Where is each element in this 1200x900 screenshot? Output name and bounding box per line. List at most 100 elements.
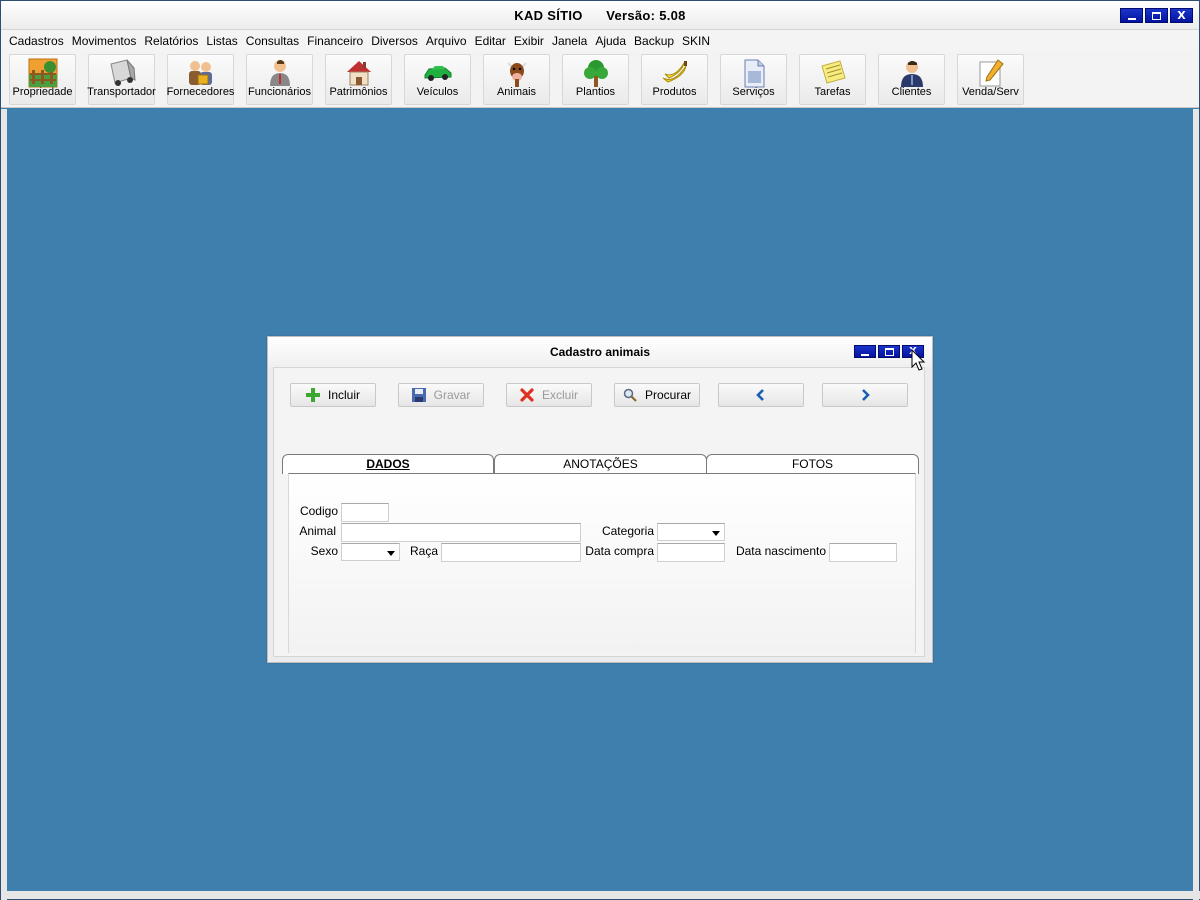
menu-financeiro[interactable]: Financeiro [303,34,367,48]
minimize-button[interactable] [1120,8,1143,23]
codigo-field[interactable] [341,503,389,522]
animal-label: Animal [299,524,336,538]
tab-anotacoes[interactable]: ANOTAÇÕES [494,454,707,474]
toolbar-animais-button[interactable]: Animais [483,54,550,105]
cadastro-animais-dialog: Cadastro animais X Incluir Gravar Exclui… [267,336,933,663]
maximize-icon [884,347,894,356]
toolbar-venda-serv-button[interactable]: Venda/Serv [957,54,1024,105]
menu-exibir[interactable]: Exibir [510,34,548,48]
tab-fotos[interactable]: FOTOS [706,454,919,474]
maximize-button[interactable] [1145,8,1168,23]
chevron-right-icon [862,389,870,401]
truck-icon [109,59,136,86]
data-compra-field[interactable] [657,543,725,562]
menu-janela[interactable]: Janela [548,34,591,48]
window-frame-right [1193,109,1199,900]
incluir-label: Incluir [327,388,360,402]
menu-ajuda[interactable]: Ajuda [591,34,630,48]
toolbar-fornecedores-button[interactable]: Fornecedores [167,54,234,105]
close-icon: X [1177,9,1186,22]
app-window-controls: X [1120,8,1193,23]
toolbar-propriedade-button[interactable]: Propriedade [9,54,76,105]
main-toolbar: Propriedade Transportador Fornecedores F… [9,54,1036,105]
codigo-label: Codigo [299,504,338,518]
minimize-icon [1127,17,1136,20]
procurar-button[interactable]: Procurar [614,383,700,407]
app-titlebar[interactable]: KAD SÍTIO Versão: 5.08 X [1,1,1199,30]
chevron-left-icon [756,389,764,401]
incluir-button[interactable]: Incluir [290,383,376,407]
cow-icon [506,62,527,87]
chevron-down-icon[interactable] [708,524,724,540]
toolbar-clientes-button[interactable]: Clientes [878,54,945,105]
categoria-label: Categoria [601,524,654,538]
toolbar-funcionarios-button[interactable]: Funcionários [246,54,313,105]
mouse-cursor-icon [911,349,926,371]
dialog-body: Incluir Gravar Excluir Procurar DADOS AN… [273,367,925,657]
toolbar-plantios-button[interactable]: Plantios [562,54,629,105]
client-icon [900,61,923,87]
chevron-down-icon[interactable] [383,544,399,560]
app-version: Versão: 5.08 [606,8,686,23]
categoria-select[interactable] [657,523,725,541]
menubar: Cadastros Movimentos Relatórios Listas C… [5,31,714,50]
toolbar-servicos-button[interactable]: Serviços [720,54,787,105]
toolbar-patrimonios-button[interactable]: Patrimônios [325,54,392,105]
employee-icon [269,60,290,86]
banana-icon [662,61,687,83]
sexo-label: Sexo [310,544,338,558]
menu-arquivo[interactable]: Arquivo [422,34,471,48]
pencil-paper-icon [979,59,1004,87]
menu-relatorios[interactable]: Relatórios [140,34,202,48]
dados-tab-panel [288,473,916,653]
menu-cadastros[interactable]: Cadastros [5,34,68,48]
sexo-select[interactable] [341,543,400,561]
gravar-label: Gravar [433,388,471,402]
menu-diversos[interactable]: Diversos [367,34,422,48]
farm-fence-icon [28,58,57,88]
raca-label: Raça [409,544,438,558]
animal-field[interactable] [341,523,581,542]
raca-field[interactable] [441,543,581,562]
data-nascimento-field[interactable] [829,543,897,562]
car-icon [424,66,451,81]
tree-icon [583,60,608,87]
app-name: KAD SÍTIO [514,8,583,23]
toolbar-veiculos-button[interactable]: Veículos [404,54,471,105]
menu-editar[interactable]: Editar [471,34,510,48]
suppliers-icon [188,61,212,85]
close-button[interactable]: X [1170,8,1193,23]
menu-skin[interactable]: SKIN [678,34,714,48]
toolbar-produtos-button[interactable]: Produtos [641,54,708,105]
menu-consultas[interactable]: Consultas [242,34,303,48]
gravar-button[interactable]: Gravar [398,383,484,407]
dialog-titlebar[interactable]: Cadastro animais X [268,337,932,367]
menu-movimentos[interactable]: Movimentos [68,34,141,48]
data-nascimento-label: Data nascimento [735,544,826,558]
menu-backup[interactable]: Backup [630,34,678,48]
app-title: KAD SÍTIO Versão: 5.08 [1,8,1199,23]
excluir-label: Excluir [541,388,578,402]
tab-dados[interactable]: DADOS [282,454,494,474]
menu-listas[interactable]: Listas [202,34,241,48]
data-compra-label: Data compra [585,544,654,558]
dialog-minimize-button[interactable] [854,345,876,358]
delete-x-icon [520,388,534,402]
house-icon [346,61,371,86]
next-record-button[interactable] [822,383,908,407]
save-disk-icon [411,388,426,402]
window-frame-left [1,109,7,900]
plus-icon [305,388,320,402]
document-icon [744,59,764,88]
dialog-maximize-button[interactable] [878,345,900,358]
toolbar-transportador-button[interactable]: Transportador [87,54,156,105]
notepad-icon [820,60,846,84]
procurar-label: Procurar [644,388,691,402]
toolbar-tarefas-button[interactable]: Tarefas [799,54,866,105]
excluir-button[interactable]: Excluir [506,383,592,407]
dialog-title: Cadastro animais [549,345,651,359]
previous-record-button[interactable] [718,383,804,407]
window-frame-bottom [1,891,1200,899]
minimize-icon [861,353,869,356]
magnifier-icon [623,388,637,402]
